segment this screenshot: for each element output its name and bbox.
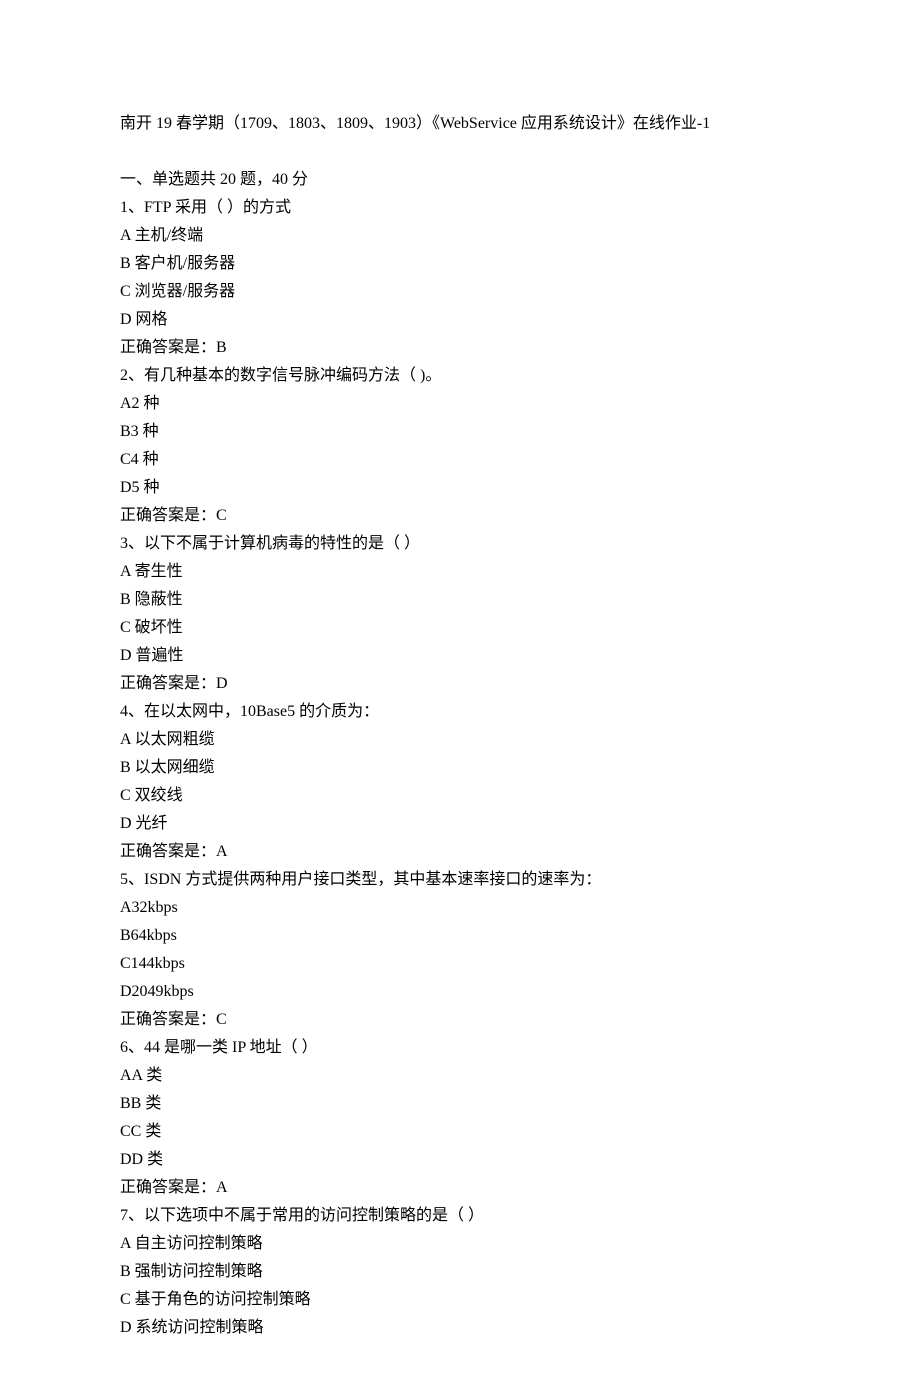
option-text: D 系统访问控制策略	[120, 1314, 800, 1342]
option-text: B 隐蔽性	[120, 586, 800, 614]
option-text: D2049kbps	[120, 978, 800, 1006]
option-text: B3 种	[120, 418, 800, 446]
option-text: A32kbps	[120, 894, 800, 922]
question-block: 2、有几种基本的数字信号脉冲编码方法（ )。A2 种B3 种C4 种D5 种正确…	[120, 362, 800, 530]
option-text: B 强制访问控制策略	[120, 1258, 800, 1286]
page-title: 南开 19 春学期（1709、1803、1809、1903）《WebServic…	[120, 110, 800, 138]
option-text: C 基于角色的访问控制策略	[120, 1286, 800, 1314]
option-text: C144kbps	[120, 950, 800, 978]
answer-text: 正确答案是：D	[120, 670, 800, 698]
question-text: 1、FTP 采用（ ）的方式	[120, 194, 800, 222]
option-text: A2 种	[120, 390, 800, 418]
option-text: B 客户机/服务器	[120, 250, 800, 278]
section-header: 一、单选题共 20 题，40 分	[120, 166, 800, 194]
question-block: 3、以下不属于计算机病毒的特性的是（ ）A 寄生性B 隐蔽性C 破坏性D 普遍性…	[120, 530, 800, 698]
answer-text: 正确答案是：C	[120, 502, 800, 530]
option-text: D 普遍性	[120, 642, 800, 670]
answer-text: 正确答案是：A	[120, 838, 800, 866]
option-text: C4 种	[120, 446, 800, 474]
question-block: 5、ISDN 方式提供两种用户接口类型，其中基本速率接口的速率为：A32kbps…	[120, 866, 800, 1034]
option-text: C 破坏性	[120, 614, 800, 642]
question-block: 7、以下选项中不属于常用的访问控制策略的是（ ）A 自主访问控制策略B 强制访问…	[120, 1202, 800, 1342]
question-block: 4、在以太网中，10Base5 的介质为：A 以太网粗缆B 以太网细缆C 双绞线…	[120, 698, 800, 866]
option-text: AA 类	[120, 1062, 800, 1090]
question-text: 7、以下选项中不属于常用的访问控制策略的是（ ）	[120, 1202, 800, 1230]
option-text: A 主机/终端	[120, 222, 800, 250]
question-text: 6、44 是哪一类 IP 地址（ ）	[120, 1034, 800, 1062]
answer-text: 正确答案是：C	[120, 1006, 800, 1034]
option-text: D5 种	[120, 474, 800, 502]
question-block: 6、44 是哪一类 IP 地址（ ）AA 类BB 类CC 类DD 类正确答案是：…	[120, 1034, 800, 1202]
option-text: BB 类	[120, 1090, 800, 1118]
option-text: C 双绞线	[120, 782, 800, 810]
option-text: B 以太网细缆	[120, 754, 800, 782]
question-text: 5、ISDN 方式提供两种用户接口类型，其中基本速率接口的速率为：	[120, 866, 800, 894]
question-text: 3、以下不属于计算机病毒的特性的是（ ）	[120, 530, 800, 558]
option-text: A 寄生性	[120, 558, 800, 586]
question-block: 1、FTP 采用（ ）的方式A 主机/终端B 客户机/服务器C 浏览器/服务器D…	[120, 194, 800, 362]
option-text: A 自主访问控制策略	[120, 1230, 800, 1258]
questions-container: 1、FTP 采用（ ）的方式A 主机/终端B 客户机/服务器C 浏览器/服务器D…	[120, 194, 800, 1342]
option-text: B64kbps	[120, 922, 800, 950]
option-text: CC 类	[120, 1118, 800, 1146]
answer-text: 正确答案是：B	[120, 334, 800, 362]
option-text: C 浏览器/服务器	[120, 278, 800, 306]
answer-text: 正确答案是：A	[120, 1174, 800, 1202]
option-text: D 光纤	[120, 810, 800, 838]
question-text: 2、有几种基本的数字信号脉冲编码方法（ )。	[120, 362, 800, 390]
question-text: 4、在以太网中，10Base5 的介质为：	[120, 698, 800, 726]
document-page: 南开 19 春学期（1709、1803、1809、1903）《WebServic…	[0, 0, 920, 1382]
option-text: DD 类	[120, 1146, 800, 1174]
option-text: D 网格	[120, 306, 800, 334]
option-text: A 以太网粗缆	[120, 726, 800, 754]
